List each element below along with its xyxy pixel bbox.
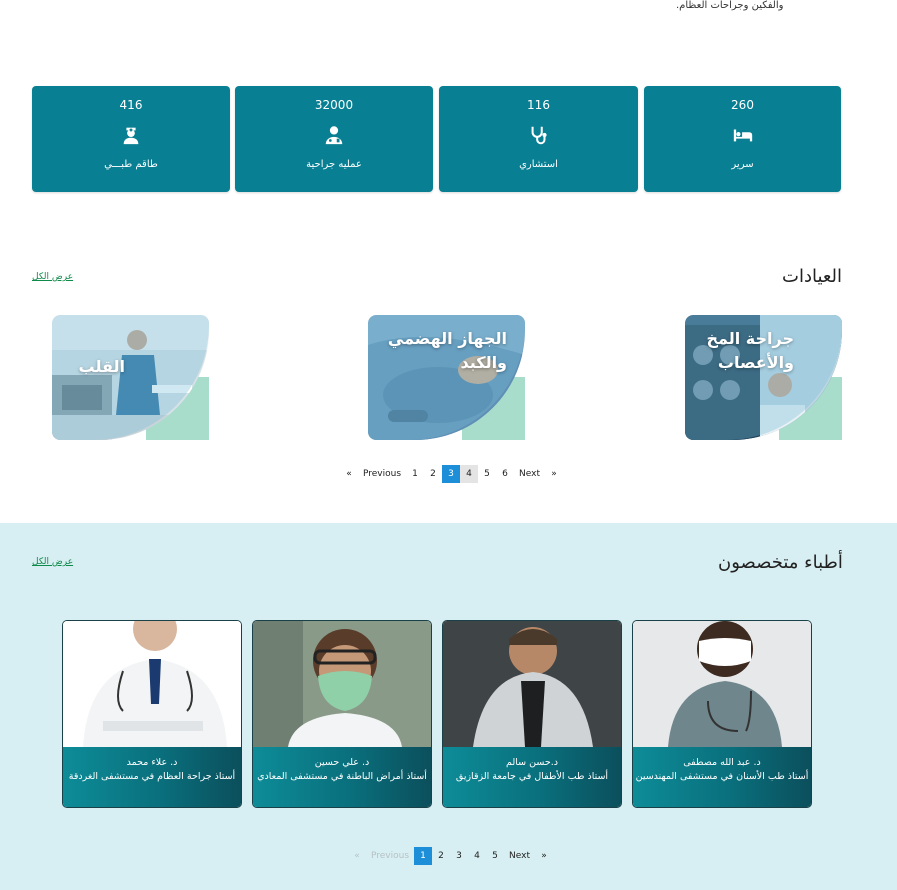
pager-page[interactable]: 5 — [478, 465, 496, 483]
clinics-title: العيادات — [782, 266, 843, 287]
stat-label: طاقم طبـــي — [104, 159, 158, 170]
clinic-card-heart[interactable]: القلب — [52, 315, 209, 440]
pager-page[interactable]: 3 — [450, 847, 468, 865]
pager-next-arrow[interactable]: » — [545, 465, 563, 483]
pager-prev-arrow[interactable]: « — [348, 847, 366, 865]
pager-prev[interactable]: Previous — [358, 465, 406, 483]
clinic-title: الجهاز الهضمي والكبد — [387, 329, 507, 372]
stat-value: 260 — [731, 98, 754, 112]
doctor-name: د. عبد الله مصطفى — [683, 757, 761, 768]
doctor-photo — [633, 621, 811, 747]
bed-icon — [733, 129, 752, 142]
doctor-info: د.حسن سالم أستاذ طب الأطفال في جامعة الز… — [443, 747, 621, 807]
doctor-card[interactable]: د. عبد الله مصطفى أستاذ طب الأسنان في مس… — [632, 620, 812, 808]
nurse-icon — [123, 127, 139, 145]
stat-consultants: 116 استشاري — [439, 86, 638, 192]
pager-next[interactable]: Next — [514, 465, 545, 483]
pager-page[interactable]: 4 — [460, 465, 479, 483]
doctor-name: د. علاء محمد — [126, 757, 178, 768]
pager-page[interactable]: 2 — [432, 847, 450, 865]
stat-value: 32000 — [314, 98, 354, 112]
stat-label: استشاري — [519, 159, 558, 170]
surgeon-icon — [325, 126, 343, 145]
pager-prev[interactable]: Previous — [366, 847, 414, 865]
clinic-card-gastro[interactable]: الجهاز الهضمي والكبد — [368, 315, 525, 440]
pager-page[interactable]: 1 — [406, 465, 424, 483]
pager-page-current[interactable]: 1 — [414, 847, 433, 865]
clinic-card-neuro[interactable]: جراحة المخ والأعصاب — [685, 315, 842, 440]
doctor-card[interactable]: د. علي حسين أستاذ أمراض الباطنة في مستشف… — [252, 620, 432, 808]
doctors-pagination: « Previous 1 2 3 4 5 Next » — [348, 847, 553, 865]
stat-beds: 260 سرير — [644, 86, 841, 192]
pager-page[interactable]: 2 — [424, 465, 442, 483]
doctor-card[interactable]: د. علاء محمد أستاذ جراحة العظام في مستشف… — [62, 620, 242, 808]
doctor-info: د. علاء محمد أستاذ جراحة العظام في مستشف… — [63, 747, 241, 807]
clinics-pagination: « Previous 1 2 3 4 5 6 Next » — [340, 465, 563, 483]
stethoscope-icon — [531, 126, 547, 145]
doctors-title: أطباء متخصصون — [718, 552, 843, 573]
pager-page[interactable]: 4 — [468, 847, 486, 865]
stat-surgeries: 32000 عمليه جراحية — [235, 86, 433, 192]
clinics-see-all-link[interactable]: عرض الكل — [32, 272, 73, 282]
pager-page[interactable]: 6 — [496, 465, 514, 483]
doctor-role: أستاذ طب الأطفال في جامعة الزقازيق — [455, 771, 609, 782]
doctor-info: د. عبد الله مصطفى أستاذ طب الأسنان في مس… — [633, 747, 811, 807]
clinic-title: جراحة المخ والأعصاب — [706, 329, 794, 372]
doctor-role: أستاذ أمراض الباطنة في مستشفى المعادي — [257, 771, 427, 782]
doctor-role: أستاذ طب الأسنان في مستشفى المهندسين — [635, 771, 809, 782]
pager-next[interactable]: Next — [504, 847, 535, 865]
stat-label: سرير — [731, 159, 754, 170]
stat-medical-staff: 416 طاقم طبـــي — [32, 86, 230, 192]
doctor-photo — [253, 621, 431, 747]
doctor-name: د. علي حسين — [314, 757, 370, 768]
doctor-photo — [443, 621, 621, 747]
clinic-title: القلب — [78, 357, 125, 376]
doctor-role: أستاذ جراحة العظام في مستشفى الغردقة — [68, 771, 236, 782]
doctor-photo — [63, 621, 241, 747]
doctors-see-all-link[interactable]: عرض الكل — [32, 557, 73, 567]
stat-label: عمليه جراحية — [306, 159, 362, 170]
stat-value: 416 — [119, 98, 143, 112]
pager-prev-arrow[interactable]: « — [340, 465, 358, 483]
intro-text: والفكين وجراحات العظام. — [676, 0, 784, 11]
doctor-name: د.حسن سالم — [506, 757, 558, 768]
pager-page[interactable]: 5 — [486, 847, 504, 865]
pager-next-arrow[interactable]: » — [535, 847, 553, 865]
stat-value: 116 — [527, 98, 550, 112]
pager-page-current[interactable]: 3 — [442, 465, 461, 483]
doctor-info: د. علي حسين أستاذ أمراض الباطنة في مستشف… — [253, 747, 431, 807]
doctor-card[interactable]: د.حسن سالم أستاذ طب الأطفال في جامعة الز… — [442, 620, 622, 808]
